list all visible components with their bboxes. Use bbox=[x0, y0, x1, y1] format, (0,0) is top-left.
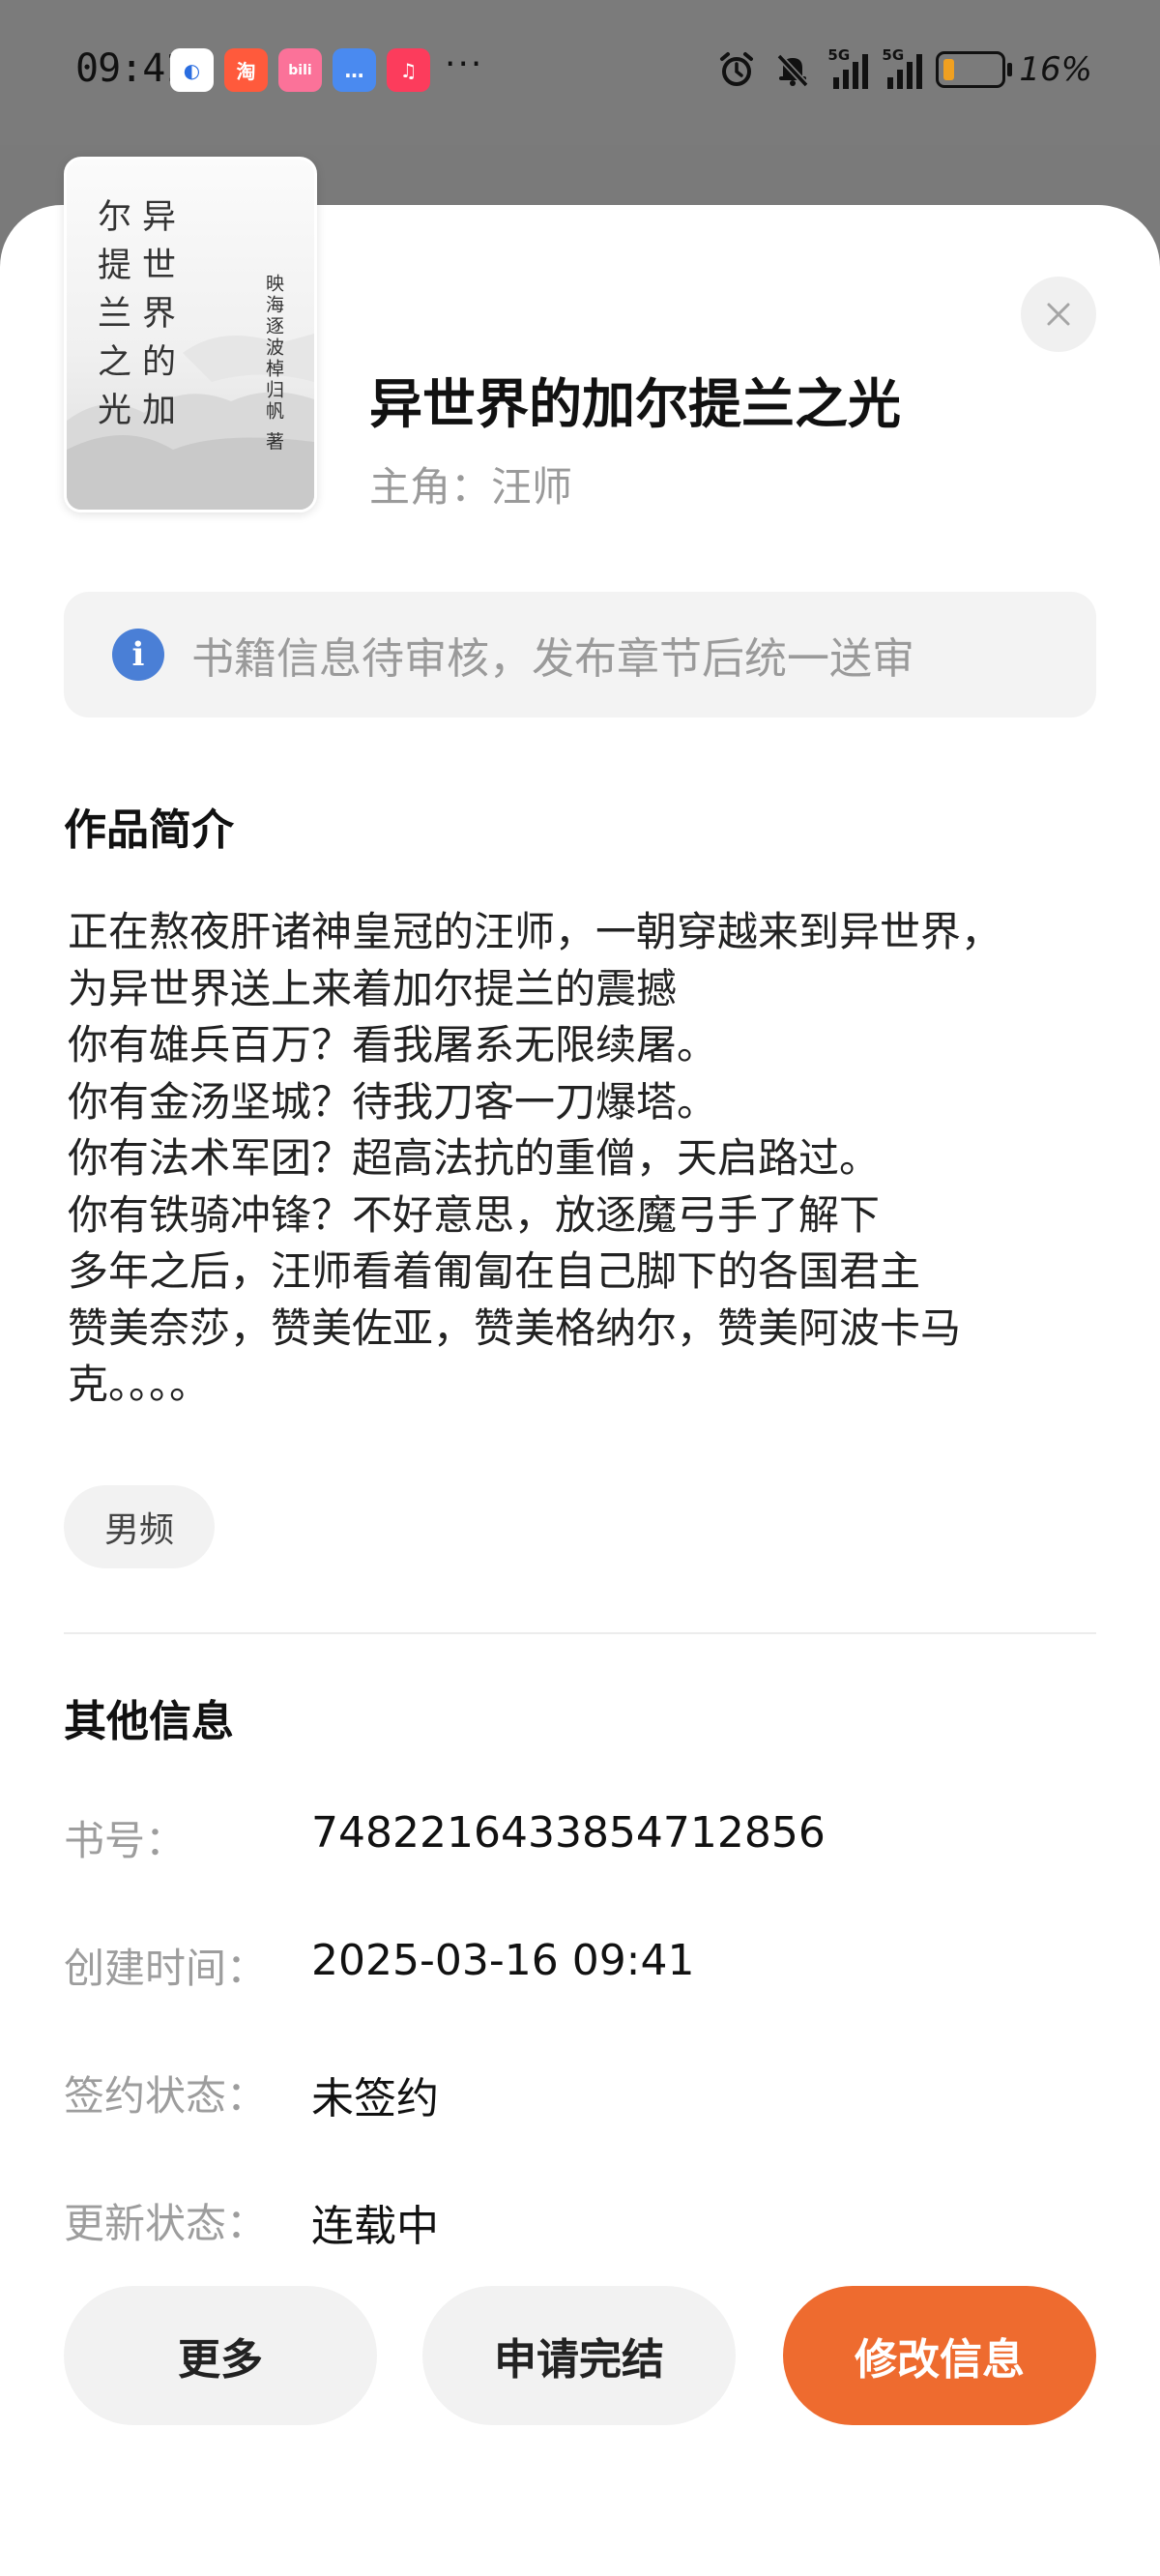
music-icon: ♫ bbox=[387, 48, 430, 92]
book-protagonist: 主角：汪师 bbox=[369, 463, 573, 511]
notification-app-icons: ◐ 淘 bili… ♫ bbox=[170, 48, 430, 92]
other-info-heading: 其他信息 bbox=[64, 1697, 234, 1746]
info-row-update-status: 更新状态： 连载中 bbox=[64, 2191, 1096, 2251]
info-row-book-id: 书号： 7482216433854712856 bbox=[64, 1808, 1096, 1866]
synopsis-line: 你有法术军团？超高法抗的重僧，天启路过。 bbox=[68, 1134, 881, 1182]
info-label: 创建时间： bbox=[64, 1945, 268, 1992]
messages-icon: … bbox=[333, 48, 376, 92]
synopsis-line: 赞美奈莎，赞美佐亚，赞美格纳尔，赞美阿波卡马 bbox=[68, 1303, 962, 1352]
status-indicators: 5G 5G 16% bbox=[715, 46, 1092, 91]
book-title: 异世界的加尔提兰之光 bbox=[369, 373, 902, 435]
mute-bell-icon bbox=[771, 48, 814, 91]
info-icon: i bbox=[112, 629, 164, 681]
book-cover[interactable]: 异世界的加 尔提兰之光 映海逐波棹归帆 著 bbox=[64, 157, 317, 512]
cover-title-col-1: 异世界的加 bbox=[136, 198, 175, 440]
alarm-icon bbox=[715, 48, 758, 91]
section-divider bbox=[64, 1632, 1096, 1634]
more-notifications-icon: ··· bbox=[445, 44, 484, 84]
review-notice-text: 书籍信息待审核，发布章节后统一送审 bbox=[191, 634, 914, 684]
more-button[interactable]: 更多 bbox=[64, 2286, 377, 2425]
info-value: 2025-03-16 09:41 bbox=[311, 1936, 695, 1985]
close-icon bbox=[1047, 303, 1070, 326]
status-bar: 09:41 ◐ 淘 bili… ♫ ··· 5G 5G 16% bbox=[0, 0, 1160, 145]
info-label: 签约状态： bbox=[64, 2072, 268, 2120]
synopsis-line: 多年之后，汪师看着匍匐在自己脚下的各国君主 bbox=[68, 1247, 921, 1295]
cover-title-col-2: 尔提兰之光 bbox=[92, 198, 130, 440]
info-row-created-time: 创建时间： 2025-03-16 09:41 bbox=[64, 1936, 1096, 1994]
signal-5g-1-icon: 5G bbox=[827, 46, 869, 89]
apply-finish-button[interactable]: 申请完结 bbox=[422, 2286, 736, 2425]
synopsis-line: 为异世界送上来着加尔提兰的震撼 bbox=[68, 964, 678, 1012]
synopsis-line: 你有金汤坚城？待我刀客一刀爆塔。 bbox=[68, 1077, 718, 1126]
network-type-label: 5G bbox=[882, 46, 905, 64]
edit-info-button[interactable]: 修改信息 bbox=[783, 2286, 1096, 2425]
synopsis-line: 正在熬夜肝诸神皇冠的汪师，一朝穿越来到异世界， bbox=[68, 908, 1002, 955]
synopsis-line: 你有铁骑冲锋？不好意思，放逐魔弓手了解下 bbox=[68, 1190, 881, 1239]
taobao-icon: 淘 bbox=[224, 48, 268, 92]
info-value: 7482216433854712856 bbox=[311, 1808, 826, 1858]
cover-author: 映海逐波棹归帆 著 bbox=[263, 274, 284, 454]
review-notice-banner: i 书籍信息待审核，发布章节后统一送审 bbox=[64, 592, 1096, 717]
synopsis-heading: 作品简介 bbox=[64, 805, 234, 855]
cover-title: 异世界的加 尔提兰之光 bbox=[92, 198, 175, 440]
info-label: 更新状态： bbox=[64, 2200, 268, 2247]
close-button[interactable] bbox=[1021, 277, 1096, 352]
synopsis-line: 克。。。。 bbox=[68, 1361, 211, 1408]
info-row-contract-status: 签约状态： 未签约 bbox=[64, 2064, 1096, 2123]
synopsis-line: 你有雄兵百万？看我屠系无限续屠。 bbox=[68, 1021, 718, 1068]
synopsis-text: 正在熬夜肝诸神皇冠的汪师，一朝穿越来到异世界， 为异世界送上来着加尔提兰的震撼 … bbox=[68, 904, 1102, 1414]
info-label: 书号： bbox=[64, 1817, 187, 1864]
info-value: 连载中 bbox=[311, 2202, 439, 2251]
signal-5g-2-icon: 5G bbox=[882, 46, 923, 89]
battery-icon bbox=[936, 51, 1013, 88]
category-tag: 男频 bbox=[64, 1485, 215, 1568]
info-value: 未签约 bbox=[311, 2074, 439, 2123]
qq-browser-icon: ◐ bbox=[170, 48, 214, 92]
battery-percent: 16% bbox=[1019, 50, 1092, 89]
network-type-label: 5G bbox=[827, 46, 851, 64]
bilibili-icon: bili bbox=[278, 48, 322, 92]
